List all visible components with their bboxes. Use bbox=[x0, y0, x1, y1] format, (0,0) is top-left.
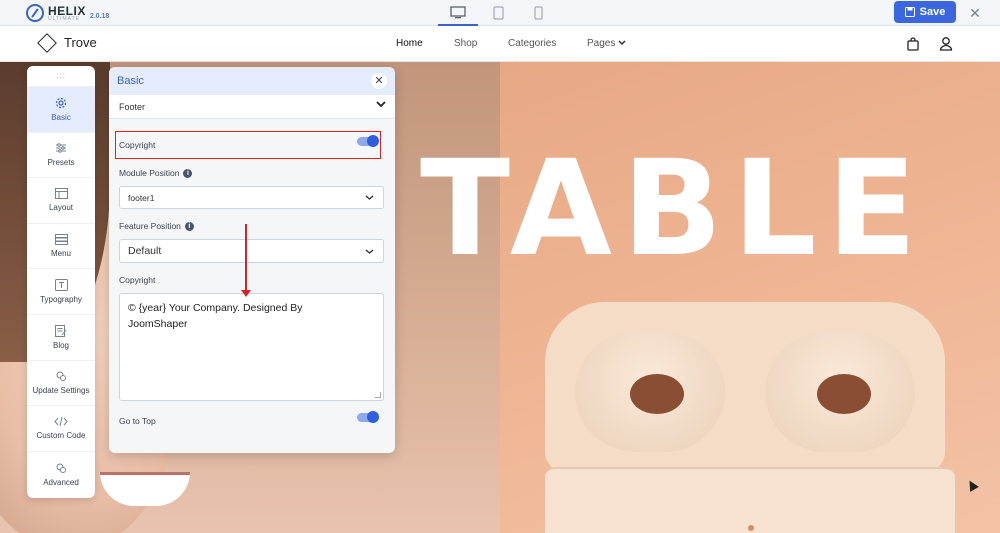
site-navbar: Trove Home Shop Categories Pages bbox=[0, 27, 1000, 62]
brand-diamond-icon bbox=[37, 32, 57, 53]
earbuds-case-image bbox=[545, 302, 955, 533]
info-icon[interactable]: i bbox=[184, 222, 194, 232]
copyright-text-label: Copyright bbox=[119, 275, 156, 285]
rail-item-label: Presets bbox=[47, 158, 75, 168]
module-position-select[interactable]: footer1 bbox=[119, 186, 384, 209]
rail-item-label: Typography bbox=[40, 295, 82, 305]
copyright-text-line: JoomShaper bbox=[128, 318, 188, 330]
rail-item-label: Basic bbox=[51, 112, 71, 122]
site-brand-name: Trove bbox=[64, 35, 97, 50]
resize-handle-icon[interactable] bbox=[375, 392, 381, 398]
annotation-arrow bbox=[245, 224, 247, 292]
update-settings-icon bbox=[56, 371, 66, 382]
rail-item-advanced[interactable]: Advanced bbox=[27, 450, 95, 497]
module-position-value: footer1 bbox=[128, 192, 155, 203]
rail-item-layout[interactable]: Layout bbox=[27, 177, 95, 223]
settings-rail: ::: Basic Presets Layout Menu Typography… bbox=[27, 66, 95, 498]
helix-version: 2.0.18 bbox=[89, 12, 110, 20]
nav-shop[interactable]: Shop bbox=[454, 38, 477, 49]
advanced-icon bbox=[56, 463, 66, 473]
nav-pages[interactable]: Pages bbox=[587, 38, 626, 49]
layout-icon bbox=[54, 188, 68, 200]
helix-brand: HELIX bbox=[48, 3, 86, 18]
copyright-textarea[interactable]: © {year} Your Company. Designed By JoomS… bbox=[119, 293, 384, 401]
close-icon[interactable]: ✕ bbox=[371, 73, 387, 89]
blog-icon bbox=[55, 324, 67, 337]
panel-title: Basic bbox=[117, 75, 144, 87]
typography-icon bbox=[54, 279, 68, 292]
section-accordion-footer[interactable]: Footer bbox=[109, 95, 395, 119]
site-brand[interactable]: Trove bbox=[37, 32, 97, 53]
save-button[interactable]: Save bbox=[894, 1, 956, 23]
code-icon bbox=[54, 417, 68, 427]
rail-item-custom-code[interactable]: Custom Code bbox=[27, 405, 95, 451]
save-label: Save bbox=[919, 6, 946, 18]
chevron-down-icon bbox=[618, 40, 626, 46]
mobile-view-button[interactable] bbox=[518, 0, 558, 26]
device-switcher bbox=[438, 0, 558, 26]
helix-logo: HELIX ULTIMATE 2.0.18 bbox=[26, 4, 109, 22]
rail-item-label: Advanced bbox=[43, 477, 79, 487]
hero-headline: TABLE bbox=[420, 132, 927, 286]
mobile-icon bbox=[533, 6, 543, 20]
drag-handle[interactable]: ::: bbox=[27, 66, 95, 86]
menu-icon bbox=[54, 234, 68, 246]
go-to-top-toggle[interactable] bbox=[357, 411, 379, 423]
info-icon[interactable]: i bbox=[183, 169, 193, 179]
helix-logo-icon bbox=[26, 4, 44, 22]
slider-dot[interactable] bbox=[748, 525, 754, 531]
sliders-icon bbox=[56, 143, 66, 154]
nav-pages-label: Pages bbox=[587, 38, 616, 49]
rail-item-blog[interactable]: Blog bbox=[27, 313, 95, 360]
rail-item-label: Menu bbox=[50, 249, 71, 259]
nav-home[interactable]: Home bbox=[396, 38, 423, 49]
save-icon bbox=[904, 7, 915, 17]
annotation-arrow-head bbox=[241, 290, 251, 297]
rail-item-menu[interactable]: Menu bbox=[27, 222, 95, 269]
rail-item-basic[interactable]: Basic bbox=[27, 86, 95, 132]
module-position-label-text: Module Position bbox=[119, 168, 180, 178]
module-position-label: Module Position i bbox=[119, 168, 193, 179]
panel-header: Basic ✕ bbox=[109, 67, 395, 95]
tablet-view-button[interactable] bbox=[478, 0, 518, 26]
rail-item-label: Blog bbox=[52, 340, 69, 350]
basic-settings-panel: Basic ✕ Footer Copyright Module Position… bbox=[109, 67, 395, 453]
rail-item-label: Update Settings bbox=[32, 386, 90, 396]
helix-toolbar: HELIX ULTIMATE 2.0.18 Save ✕ bbox=[0, 0, 1000, 26]
copyright-text-line: © {year} Your Company. Designed By bbox=[128, 302, 303, 314]
rail-item-typography[interactable]: Typography bbox=[27, 268, 95, 314]
copyright-toggle-label: Copyright bbox=[119, 140, 156, 150]
chevron-down-icon bbox=[365, 195, 374, 200]
chevron-down-icon bbox=[376, 101, 386, 108]
nav-categories[interactable]: Categories bbox=[508, 38, 556, 49]
user-icon[interactable] bbox=[939, 36, 953, 51]
desktop-view-button[interactable] bbox=[438, 0, 478, 26]
desktop-icon bbox=[450, 5, 466, 18]
feature-position-select[interactable]: Default bbox=[119, 239, 384, 263]
rail-item-update-settings[interactable]: Update Settings bbox=[27, 359, 95, 406]
tablet-icon bbox=[492, 6, 504, 20]
feature-position-value: Default bbox=[128, 245, 162, 257]
section-title: Footer bbox=[119, 101, 146, 112]
go-to-top-label: Go to Top bbox=[119, 416, 156, 426]
rail-item-label: Custom Code bbox=[36, 431, 86, 441]
close-editor-icon[interactable]: ✕ bbox=[966, 4, 984, 22]
rail-item-presets[interactable]: Presets bbox=[27, 131, 95, 178]
copyright-toggle[interactable] bbox=[357, 135, 379, 147]
chevron-down-icon bbox=[365, 248, 374, 254]
shopping-bag-icon[interactable] bbox=[906, 37, 920, 51]
feature-position-label: Feature Position i bbox=[119, 221, 194, 232]
gear-icon bbox=[55, 97, 67, 108]
feature-position-label-text: Feature Position bbox=[119, 221, 181, 231]
rail-item-label: Layout bbox=[48, 203, 74, 213]
